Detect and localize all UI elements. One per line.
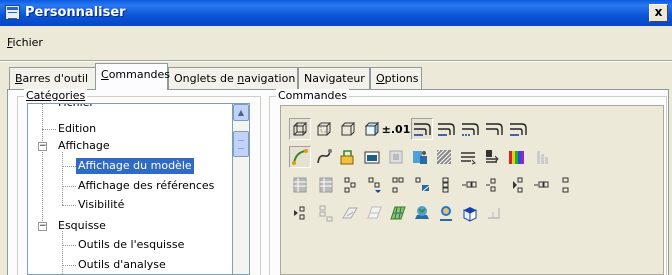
reflect-icon[interactable] — [481, 146, 503, 168]
model-tree-icon[interactable] — [385, 146, 407, 168]
tree-item-edition[interactable]: Edition — [58, 121, 96, 137]
categories-tree[interactable]: Fichier Edition − Affichage Affichage du… — [27, 103, 233, 275]
tab-onglets-de-navigation[interactable]: Onglets de navigation — [168, 67, 298, 89]
tangent-edge-5-icon[interactable] — [507, 118, 529, 140]
curve-freeform-icon[interactable] — [313, 146, 335, 168]
curve-spline-icon[interactable] — [289, 146, 311, 168]
collapse-esquisse-icon[interactable]: − — [38, 222, 47, 231]
tree-item-esquisse[interactable]: Esquisse — [58, 218, 106, 234]
close-button[interactable]: x — [649, 4, 668, 22]
box-wire-icon[interactable] — [289, 118, 311, 140]
window-title: Personnaliser — [25, 5, 126, 20]
feature-tree-7-icon[interactable] — [483, 174, 505, 196]
tree-item-visibilite[interactable]: Visibilité — [78, 197, 124, 213]
window-icon — [5, 5, 20, 20]
feature-tree-2-icon[interactable] — [363, 174, 385, 196]
grid-2-icon[interactable] — [315, 174, 337, 196]
tolerance-icon[interactable]: ±.01 — [382, 118, 411, 140]
display-state-icon[interactable] — [361, 146, 383, 168]
feature-tree-8-icon[interactable] — [507, 174, 529, 196]
collapse-affichage-icon[interactable]: − — [38, 142, 47, 151]
tab-commandes[interactable]: Commandes — [95, 63, 170, 90]
feature-tree-1-icon[interactable] — [339, 174, 361, 196]
box-shaded-icon[interactable] — [361, 118, 383, 140]
tab-barres-d-outil[interactable]: Barres d'outil — [9, 67, 96, 89]
menu-fichier[interactable]: Fichier — [7, 36, 43, 49]
tree-item-fichier[interactable]: Fichier — [58, 104, 94, 111]
tree-item-affichage-du-modele[interactable]: Affichage du modèle — [76, 158, 194, 174]
scroll-up-arrow-icon[interactable]: ▲ — [233, 104, 249, 121]
color-bars-icon[interactable] — [505, 146, 527, 168]
globe-icon[interactable] — [411, 202, 433, 224]
tangent-edge-2-icon[interactable] — [435, 118, 457, 140]
commands-palette: ±.01 — [280, 105, 664, 275]
feature-tree-5-icon[interactable] — [435, 174, 457, 196]
grid-1-icon[interactable] — [289, 174, 311, 196]
sketch-plane-icon[interactable] — [339, 202, 361, 224]
shadow-icon[interactable] — [457, 146, 479, 168]
surface-icon[interactable] — [363, 202, 385, 224]
tree-item-affichage[interactable]: Affichage — [58, 138, 110, 154]
tab-options[interactable]: Options — [370, 67, 422, 89]
tangent-edge-1-icon[interactable] — [411, 118, 433, 140]
feature-tree-9-icon[interactable] — [531, 174, 553, 196]
feature-tree-6-icon[interactable] — [459, 174, 481, 196]
tangent-edge-3-icon[interactable] — [459, 118, 481, 140]
tree-item-affichage-des-references[interactable]: Affichage des références — [78, 178, 214, 194]
categories-scrollbar[interactable]: ▲ — [233, 103, 250, 275]
part-color-icon[interactable] — [337, 146, 359, 168]
feature-tree-10-icon[interactable] — [555, 174, 577, 196]
box-edges-icon[interactable] — [337, 118, 359, 140]
gradient-icon[interactable] — [531, 146, 553, 168]
feature-tree-12-icon[interactable] — [315, 202, 337, 224]
scroll-thumb[interactable] — [233, 131, 249, 157]
tree-item-outils-d-analyse[interactable]: Outils d'analyse — [78, 257, 166, 273]
tab-navigateur[interactable]: Navigateur — [298, 67, 370, 89]
texture-icon[interactable] — [433, 146, 455, 168]
cube-icon[interactable] — [459, 202, 481, 224]
categories-label: Catégories — [24, 89, 88, 102]
tree-item-outils-de-l-esquisse[interactable]: Outils de l'esquisse — [78, 237, 184, 253]
feature-tree-11-icon[interactable] — [289, 202, 311, 224]
tangent-edge-4-icon[interactable] — [483, 118, 505, 140]
box-hidden-icon[interactable] — [313, 118, 335, 140]
dimension-icon[interactable] — [483, 202, 505, 224]
feature-tree-3-icon[interactable] — [387, 174, 409, 196]
title-bar: Personnaliser x — [0, 0, 672, 26]
commands-label: Commandes — [276, 89, 350, 102]
appearance-icon[interactable] — [409, 146, 431, 168]
mesh-icon[interactable] — [387, 202, 409, 224]
feature-tree-4-icon[interactable] — [411, 174, 433, 196]
user-icon[interactable] — [435, 202, 457, 224]
